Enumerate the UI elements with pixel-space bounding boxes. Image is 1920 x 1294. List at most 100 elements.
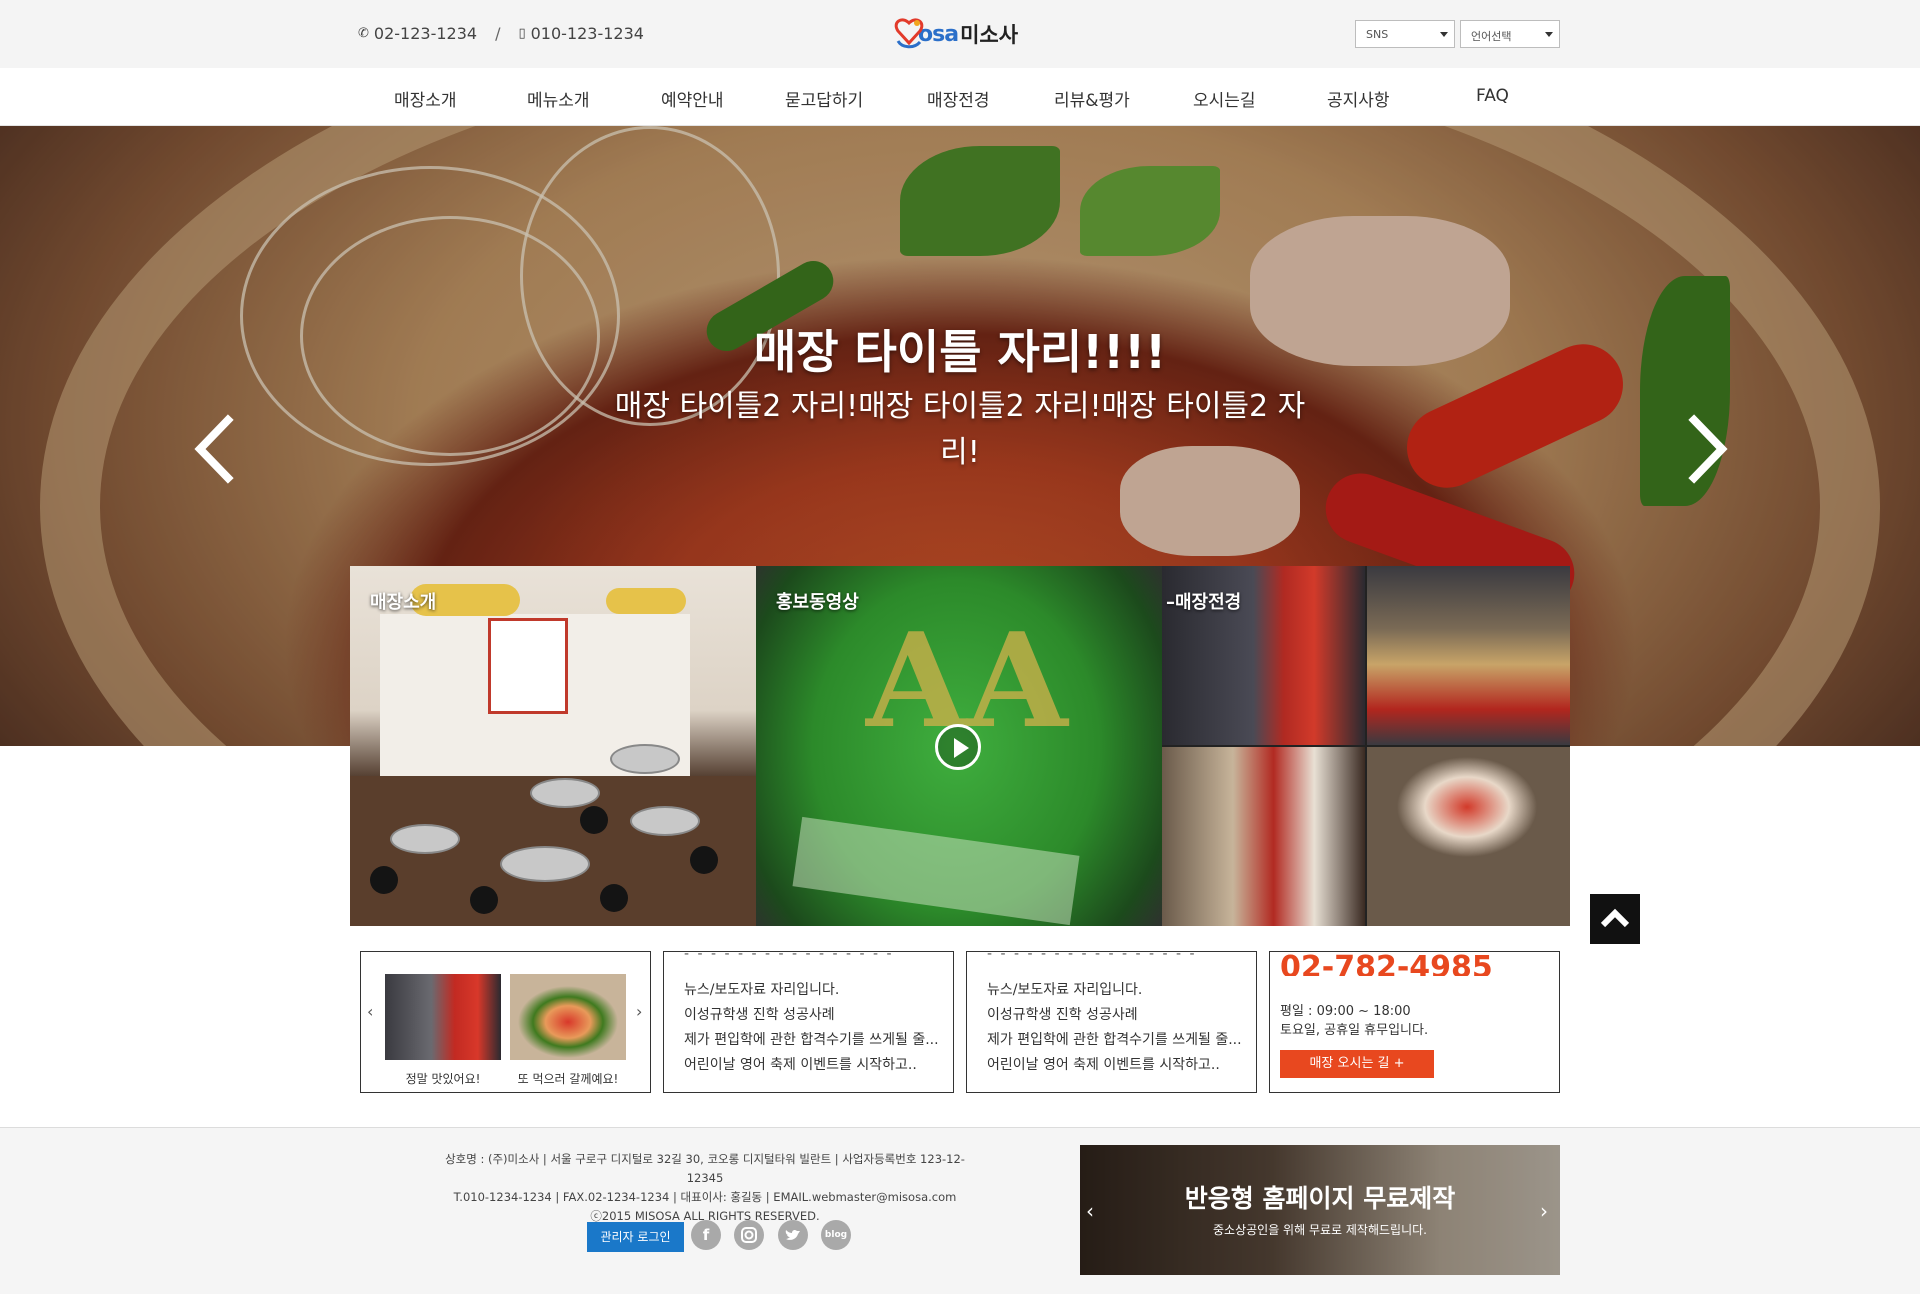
directions-button[interactable]: 매장 오시는 길 +	[1280, 1050, 1434, 1078]
blog-icon[interactable]: blog	[821, 1220, 851, 1250]
tile-promo-video[interactable]: AA 홍보동영상	[756, 566, 1162, 926]
tile-store-intro[interactable]: 매장소개	[350, 566, 756, 926]
dining-table	[610, 744, 680, 774]
store-photo-4	[1367, 747, 1570, 926]
nav-item-menu-intro[interactable]: 메뉴소개	[527, 86, 590, 111]
news-item[interactable]: 이성규학생 진학 성공사례	[684, 1003, 944, 1028]
language-select-value: 언어선택	[1471, 30, 1512, 43]
feature-tiles: 매장소개 AA 홍보동영상 –매장전경	[350, 566, 1570, 926]
site-logo[interactable]: osa 미소사	[892, 14, 1018, 54]
review-caption-2: 또 먹으러 갈께예요!	[517, 1072, 619, 1086]
top-bar: ✆ 02-123-1234 / ▯ 010-123-1234 osa 미소사 S…	[0, 0, 1920, 68]
review-caption-1: 정말 맛있어요!	[405, 1072, 481, 1086]
logo-mark-icon	[894, 18, 924, 49]
footer: 상호명 : (주)미소사 | 서울 구로구 디지털로 32길 30, 코오롱 디…	[0, 1127, 1920, 1294]
notice-item[interactable]: 이성규학생 진학 성공사례	[987, 1003, 1247, 1028]
tile-label-store-view: –매장전경	[1166, 588, 1241, 614]
phone-number-2: 010-123-1234	[530, 24, 644, 43]
business-hours: 평일 : 09:00 ~ 18:00 토요일, 공휴일 휴무입니다.	[1280, 1002, 1428, 1040]
dropdown-arrow-icon	[1545, 32, 1553, 37]
banner-title: 반응형 홈페이지 무료제작	[1184, 1184, 1456, 1213]
carousel-next-icon[interactable]: ›	[636, 1002, 642, 1021]
nav-item-store-view[interactable]: 매장전경	[927, 86, 990, 111]
logo-text-kr: 미소사	[960, 23, 1019, 47]
chair	[580, 806, 608, 834]
notice-item[interactable]: 제가 편입학에 관한 합격수기를 쓰게될 줄...	[987, 1028, 1247, 1053]
twitter-glyph	[785, 1229, 800, 1240]
tile-label-promo-video: 홍보동영상	[776, 592, 859, 613]
phone-separator: /	[495, 24, 501, 43]
notice-scroll-indicator: - - - - - - - - - - - - - - - -	[987, 951, 1197, 962]
chair	[370, 866, 398, 894]
sns-select[interactable]: SNS	[1355, 20, 1455, 48]
dining-table	[630, 806, 700, 836]
language-select[interactable]: 언어선택	[1460, 20, 1560, 48]
hero-title: 매장 타이틀 자리!!!!	[753, 325, 1167, 379]
company-info: 상호명 : (주)미소사 | 서울 구로구 디지털로 32길 30, 코오롱 디…	[430, 1150, 980, 1226]
play-icon[interactable]	[935, 724, 981, 770]
instagram-icon[interactable]	[734, 1220, 764, 1250]
chair	[690, 846, 718, 874]
review-thumb-1[interactable]	[385, 974, 501, 1060]
hygiene-sign-plate	[792, 816, 1080, 926]
twitter-icon[interactable]	[778, 1220, 808, 1250]
chair	[470, 886, 498, 914]
dining-table	[390, 824, 460, 854]
store-photo-3	[1162, 747, 1365, 926]
news-item[interactable]: 뉴스/보도자료 자리입니다.	[684, 978, 944, 1003]
admin-login-button[interactable]: 관리자 로그인	[587, 1222, 684, 1252]
nav-item-reviews[interactable]: 리뷰&평가	[1054, 86, 1130, 111]
pendant-lamp	[606, 588, 686, 614]
phone-numbers: ✆ 02-123-1234 / ▯ 010-123-1234	[358, 24, 644, 43]
tile-label-store-intro: 매장소개	[370, 592, 437, 613]
dropdown-arrow-icon	[1440, 32, 1448, 37]
nav-item-notices[interactable]: 공지사항	[1327, 86, 1390, 111]
notice-list: 뉴스/보도자료 자리입니다. 이성규학생 진학 성공사례 제가 편입학에 관한 …	[987, 978, 1247, 1078]
contact-box: 02-782-4985 평일 : 09:00 ~ 18:00 토요일, 공휴일 …	[1269, 951, 1560, 1093]
nav-item-faq[interactable]: FAQ	[1476, 86, 1509, 106]
notice-box: - - - - - - - - - - - - - - - - 뉴스/보도자료 …	[966, 951, 1257, 1093]
hero-next-arrow-icon[interactable]	[1684, 414, 1732, 484]
review-thumb-2[interactable]	[510, 974, 626, 1060]
hours-holiday: 토요일, 공휴일 휴무입니다.	[1280, 1023, 1429, 1038]
news-list: 뉴스/보도자료 자리입니다. 이성규학생 진학 성공사례 제가 편입학에 관한 …	[684, 978, 944, 1078]
banner-prev-icon[interactable]: ‹	[1086, 1199, 1094, 1223]
notice-item[interactable]: 어린이날 영어 축제 이벤트를 시작하고..	[987, 1053, 1247, 1078]
dining-table	[500, 846, 590, 882]
phone-number-1: 02-123-1234	[373, 24, 478, 43]
news-box: - - - - - - - - - - - - - - - - 뉴스/보도자료 …	[663, 951, 954, 1093]
menu-board	[488, 618, 568, 714]
banner-next-icon[interactable]: ›	[1540, 1199, 1548, 1223]
scroll-top-button[interactable]	[1590, 894, 1640, 944]
store-view-dash: –	[1166, 592, 1175, 613]
mobile-icon: ▯	[518, 26, 526, 41]
news-item[interactable]: 어린이날 영어 축제 이벤트를 시작하고..	[684, 1053, 944, 1078]
notice-item[interactable]: 뉴스/보도자료 자리입니다.	[987, 978, 1247, 1003]
store-photo-2	[1367, 566, 1570, 745]
nav-item-reservation[interactable]: 예약안내	[661, 86, 724, 111]
promo-banner[interactable]: 반응형 홈페이지 무료제작 중소상공인을 위해 무료로 제작해드립니다. ‹ ›	[1080, 1145, 1560, 1275]
hours-weekday: 평일 : 09:00 ~ 18:00	[1280, 1004, 1411, 1019]
facebook-icon[interactable]: f	[691, 1220, 721, 1250]
nav-item-qna[interactable]: 묻고답하기	[785, 86, 863, 111]
nav-item-store-intro[interactable]: 매장소개	[394, 86, 457, 111]
carousel-prev-icon[interactable]: ‹	[367, 1002, 373, 1021]
news-scroll-indicator: - - - - - - - - - - - - - - - -	[684, 951, 894, 962]
main-nav: 매장소개 메뉴소개 예약안내 묻고답하기 매장전경 리뷰&평가 오시는길 공지사…	[0, 68, 1920, 126]
instagram-glyph	[741, 1227, 757, 1243]
chair	[600, 884, 628, 912]
nav-item-directions[interactable]: 오시는길	[1193, 86, 1256, 111]
phone-icon: ✆	[358, 26, 369, 41]
contact-phone: 02-782-4985	[1280, 954, 1493, 976]
dining-table	[530, 778, 600, 808]
hero-prev-arrow-icon[interactable]	[190, 414, 238, 484]
review-carousel: ‹ 정말 맛있어요! 또 먹으러 갈께예요! ›	[360, 951, 651, 1093]
banner-subtitle: 중소상공인을 위해 무료로 제작해드립니다.	[1213, 1223, 1427, 1237]
sns-select-value: SNS	[1366, 28, 1389, 41]
store-view-label-text: 매장전경	[1175, 592, 1242, 613]
company-info-line-1: 상호명 : (주)미소사 | 서울 구로구 디지털로 32길 30, 코오롱 디…	[445, 1152, 965, 1185]
news-item[interactable]: 제가 편입학에 관한 합격수기를 쓰게될 줄...	[684, 1028, 944, 1053]
chevron-up-icon	[1600, 908, 1630, 928]
company-info-line-2: T.010-1234-1234 | FAX.02-1234-1234 | 대표이…	[453, 1190, 957, 1204]
tile-store-view[interactable]: –매장전경	[1162, 566, 1570, 926]
